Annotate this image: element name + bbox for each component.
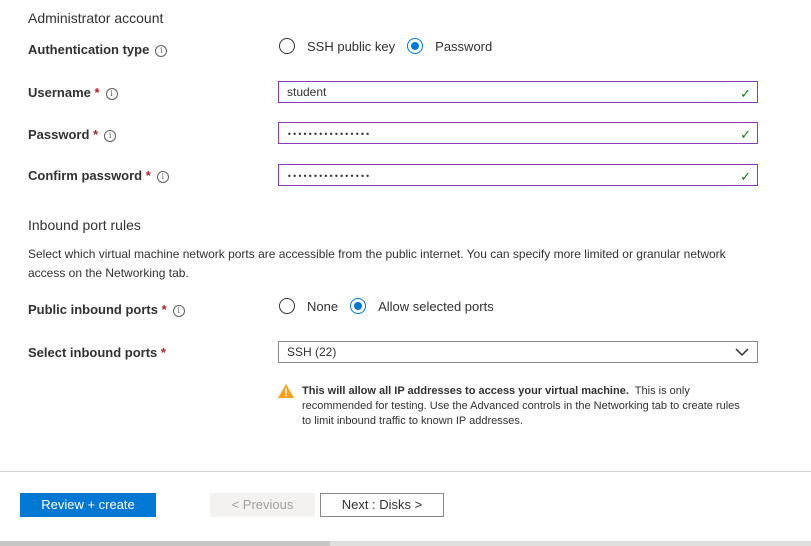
scrollbar-thumb[interactable]: [0, 541, 330, 546]
info-icon[interactable]: i: [104, 130, 117, 142]
select-inbound-ports-dropdown[interactable]: SSH (22): [278, 341, 758, 363]
public-ports-row-label: Public inbound ports * i: [28, 302, 185, 317]
confirm-password-value: ••••••••••••••••: [287, 172, 371, 181]
review-create-button[interactable]: Review + create: [20, 493, 156, 517]
inbound-section-title: Inbound port rules: [28, 217, 141, 233]
username-row-label: Username * i: [28, 85, 118, 100]
radio-none[interactable]: [279, 298, 295, 314]
info-icon[interactable]: i: [155, 45, 168, 57]
public-ports-none-label: None: [307, 298, 339, 314]
radio-ssh-public-key[interactable]: [279, 38, 295, 54]
horizontal-scrollbar[interactable]: [0, 541, 811, 546]
auth-option-password[interactable]: Password: [407, 38, 492, 54]
valid-check-icon: ✓: [740, 170, 751, 185]
password-value: ••••••••••••••••: [287, 130, 371, 139]
auth-type-row-label: Authentication type i: [28, 42, 168, 57]
password-row-label: Password * i: [28, 127, 117, 142]
auth-type-radio-group: SSH public key Password: [279, 38, 504, 54]
info-icon[interactable]: i: [156, 171, 169, 183]
auth-option-password-label: Password: [435, 38, 493, 54]
auth-option-ssh-label: SSH public key: [307, 38, 396, 54]
required-marker: *: [160, 345, 166, 360]
valid-check-icon: ✓: [740, 87, 751, 102]
auth-type-label: Authentication type: [28, 42, 150, 57]
valid-check-icon: ✓: [740, 128, 751, 143]
inbound-description: Select which virtual machine network por…: [28, 247, 726, 280]
select-ports-row-label: Select inbound ports *: [28, 345, 166, 360]
required-marker: *: [93, 127, 99, 142]
info-icon[interactable]: i: [172, 305, 185, 317]
required-marker: *: [161, 302, 167, 317]
password-field[interactable]: •••••••••••••••• ✓: [278, 122, 758, 144]
radio-password[interactable]: [407, 38, 424, 54]
public-ports-label: Public inbound ports: [28, 302, 158, 317]
radio-allow-selected-ports[interactable]: [350, 298, 367, 314]
public-ports-allow-label: Allow selected ports: [378, 298, 494, 314]
previous-button[interactable]: < Previous: [210, 493, 315, 517]
confirm-password-row-label: Confirm password * i: [28, 168, 169, 183]
username-value: student: [287, 85, 327, 99]
info-icon[interactable]: i: [105, 88, 118, 100]
public-ports-radio-group: None Allow selected ports: [279, 298, 506, 314]
warning-icon: [278, 384, 294, 398]
footer-divider: [0, 471, 811, 472]
admin-section-title: Administrator account: [28, 10, 164, 26]
required-marker: *: [145, 168, 151, 183]
select-ports-value: SSH (22): [287, 345, 337, 359]
public-ports-option-allow[interactable]: Allow selected ports: [350, 298, 494, 314]
select-ports-label: Select inbound ports: [28, 345, 158, 360]
auth-option-ssh[interactable]: SSH public key: [279, 38, 395, 54]
warning-bold-text: This will allow all IP addresses to acce…: [302, 385, 629, 397]
chevron-down-icon: [735, 348, 749, 357]
warning-message: This will allow all IP addresses to acce…: [302, 384, 752, 429]
password-label: Password: [28, 127, 90, 142]
next-disks-button[interactable]: Next : Disks >: [320, 493, 444, 517]
confirm-password-label: Confirm password: [28, 168, 143, 183]
username-label: Username: [28, 85, 91, 100]
public-ports-option-none[interactable]: None: [279, 298, 338, 314]
username-field[interactable]: student ✓: [278, 81, 758, 103]
confirm-password-field[interactable]: •••••••••••••••• ✓: [278, 164, 758, 186]
required-marker: *: [94, 85, 100, 100]
